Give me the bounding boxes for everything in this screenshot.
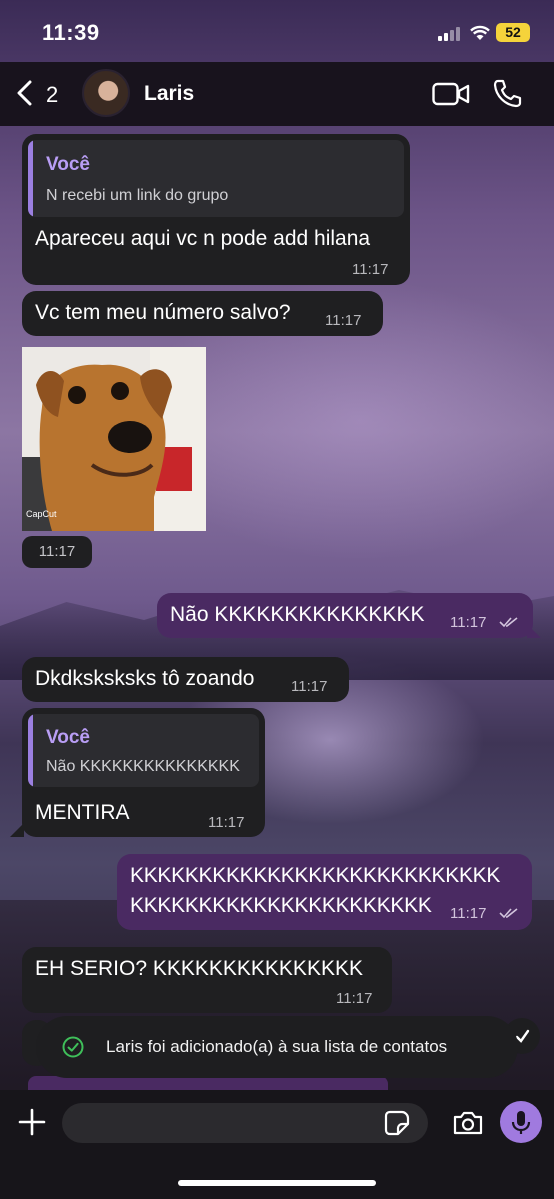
quoted-author: Você: [46, 727, 91, 748]
capcut-watermark: CapCut: [26, 509, 57, 519]
message-input[interactable]: [62, 1103, 428, 1143]
message-bubble-outgoing[interactable]: KKKKKKKKKKKKKKKKKKKKKKKKKKK KKKKKKKKKKKK…: [117, 854, 532, 930]
message-text: Vc tem meu número salvo?: [35, 301, 291, 324]
quoted-message[interactable]: Você N recebi um link do grupo: [28, 140, 404, 217]
toast-message: Laris foi adicionado(a) à sua lista de c…: [106, 1037, 448, 1056]
message-text-line-2: KKKKKKKKKKKKKKKKKKKKKK: [130, 894, 432, 917]
photo-message[interactable]: CapCut: [22, 347, 206, 531]
home-indicator: [178, 1180, 376, 1186]
toast-notification: Laris foi adicionado(a) à sua lista de c…: [36, 1016, 518, 1078]
quoted-text: Não KKKKKKKKKKKKKKK: [46, 758, 240, 775]
phone-call-icon[interactable]: [492, 78, 522, 108]
plus-icon[interactable]: [18, 1108, 46, 1136]
message-bubble-incoming[interactable]: Dkdksksksks tô zoando 11:17: [22, 657, 349, 702]
contact-name[interactable]: Laris: [144, 82, 194, 106]
chat-header: 2 Laris: [0, 62, 554, 126]
status-bar: 11:39 52: [0, 0, 554, 62]
message-time: 11:17: [450, 614, 487, 631]
message-time: 11:17: [352, 261, 389, 278]
quoted-message[interactable]: Você Não KKKKKKKKKKKKKKK: [28, 714, 259, 787]
message-time: 11:17: [325, 312, 362, 329]
unread-count[interactable]: 2: [46, 82, 58, 108]
message-text: Apareceu aqui vc n pode add hilana: [35, 227, 371, 250]
message-bubble-outgoing[interactable]: Não KKKKKKKKKKKKKKK 11:17: [157, 593, 533, 638]
read-receipt-icon: [499, 617, 518, 628]
video-call-icon[interactable]: [432, 82, 470, 106]
message-time: 11:17: [208, 814, 245, 831]
message-time: 11:17: [336, 990, 373, 1007]
cellular-signal-icon: [438, 26, 462, 41]
success-check-icon: [62, 1036, 84, 1058]
microphone-icon: [511, 1111, 531, 1134]
message-bubble-incoming[interactable]: Você N recebi um link do grupo Apareceu …: [22, 134, 410, 285]
message-bubble-incoming[interactable]: Vc tem meu número salvo? 11:17: [22, 291, 383, 336]
quoted-text: N recebi um link do grupo: [46, 187, 229, 204]
quoted-author: Você: [46, 154, 91, 175]
message-bubble-incoming[interactable]: EH SERIO? KKKKKKKKKKKKKKK 11:17: [22, 947, 392, 1013]
contact-avatar[interactable]: [82, 69, 130, 117]
dog-photo: CapCut: [22, 347, 206, 531]
status-time: 11:39: [42, 20, 100, 45]
read-receipt-icon: [499, 908, 518, 919]
photo-time: 11:17: [22, 536, 92, 568]
message-bubble-incoming[interactable]: Você Não KKKKKKKKKKKKKKK MENTIRA 11:17: [22, 708, 265, 837]
sticker-icon[interactable]: [384, 1110, 410, 1136]
wifi-icon: [470, 25, 490, 40]
message-text-line-1: KKKKKKKKKKKKKKKKKKKKKKKKKKK: [130, 864, 501, 887]
message-text: EH SERIO? KKKKKKKKKKKKKKK: [35, 957, 363, 980]
back-chevron-icon[interactable]: [14, 80, 36, 106]
message-text: Dkdksksksks tô zoando: [35, 667, 255, 690]
message-text: Não KKKKKKKKKKKKKKK: [170, 603, 425, 626]
message-time: 11:17: [291, 678, 328, 695]
message-text: MENTIRA: [35, 801, 130, 824]
microphone-button[interactable]: [500, 1101, 542, 1143]
message-time: 11:17: [450, 905, 487, 922]
camera-icon[interactable]: [452, 1110, 484, 1136]
composer-bar: [0, 1090, 554, 1199]
message-bubble-partial[interactable]: [28, 1076, 388, 1090]
battery-indicator: 52: [496, 23, 530, 42]
